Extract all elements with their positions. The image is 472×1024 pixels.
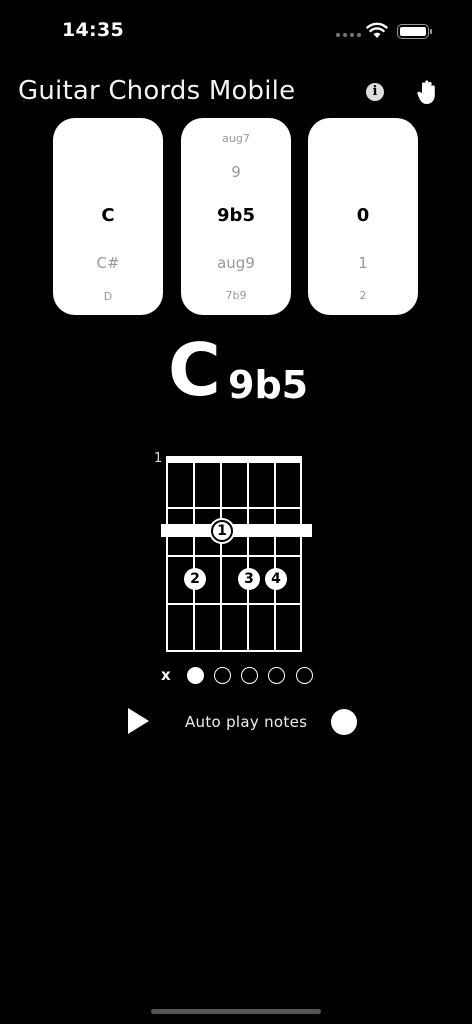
nut (166, 456, 302, 463)
picker-item: D (103, 290, 113, 303)
picker-item: 9 (231, 163, 241, 181)
chord-extension: 9b5 (228, 363, 309, 407)
picker-item: aug9 (217, 254, 255, 272)
picker-selected-item: 9b5 (217, 205, 255, 226)
variation-picker[interactable]: 0 1 2 (308, 118, 418, 315)
picker-item: aug7 (222, 132, 250, 145)
string-toggle[interactable] (268, 667, 285, 684)
finger-marker: 2 (184, 568, 206, 590)
picker-item: C# (96, 254, 120, 272)
fret-line (166, 555, 302, 557)
cellular-signal-icon (336, 33, 361, 37)
hand-icon[interactable] (416, 79, 438, 105)
fret-line (166, 603, 302, 605)
start-fret-label: 1 (154, 451, 163, 466)
home-indicator (151, 1009, 321, 1014)
picker-selected-item: 0 (356, 205, 370, 226)
info-icon[interactable]: i (366, 83, 384, 101)
muted-string-marker: x (161, 666, 171, 684)
barre (161, 524, 312, 537)
status-time: 14:35 (62, 19, 124, 41)
chord-root: C (168, 328, 221, 412)
root-picker[interactable]: C C# D (53, 118, 163, 315)
string-toggle[interactable] (187, 667, 204, 684)
string-toggle[interactable] (214, 667, 231, 684)
picker-item: 7b9 (225, 289, 247, 302)
play-icon[interactable] (128, 708, 149, 734)
auto-play-label: Auto play notes (185, 713, 308, 731)
finger-marker: 4 (265, 568, 287, 590)
string-toggle[interactable] (296, 667, 313, 684)
auto-play-toggle[interactable] (331, 709, 357, 735)
wifi-icon (366, 22, 388, 38)
picker-item: 1 (358, 254, 368, 272)
string-toggle[interactable] (241, 667, 258, 684)
battery-cap (430, 29, 432, 34)
picker-selected-item: C (101, 205, 115, 226)
fret-line (166, 650, 302, 652)
app-title: Guitar Chords Mobile (18, 76, 296, 106)
finger-marker: 3 (238, 568, 260, 590)
type-picker[interactable]: aug7 9 9b5 aug9 7b9 (181, 118, 291, 315)
battery-icon (397, 24, 429, 39)
finger-marker: 1 (211, 520, 233, 542)
picker-item: 2 (359, 289, 367, 302)
fret-line (166, 507, 302, 509)
